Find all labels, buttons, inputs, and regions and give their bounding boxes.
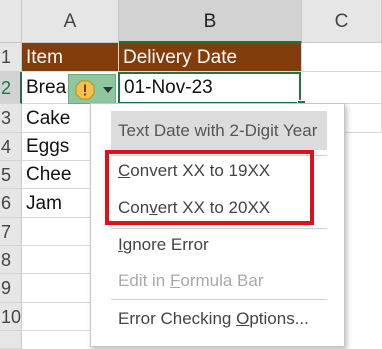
cell-c1[interactable] [302,43,382,72]
row-header-4[interactable]: 4 [0,133,22,161]
edit-in-formula-bar-item: Edit in Formula Bar [118,271,264,290]
error-checking-options-item[interactable]: Error Checking Options... [118,309,309,329]
column-header-a[interactable]: A [22,0,119,43]
warning-icon [75,80,95,100]
select-all-corner[interactable] [0,0,22,43]
row-header-3[interactable]: 3 [0,104,22,133]
column-header-b[interactable]: B [119,0,302,43]
chevron-down-icon[interactable] [103,87,113,93]
row-header-7[interactable]: 7 [0,218,22,246]
column-header-c[interactable]: C [302,0,382,43]
cell-b1[interactable]: Delivery Date [119,43,302,72]
cell-a1[interactable]: Item [22,43,119,72]
active-cell-b2[interactable]: 01-Nov-23 [118,72,301,104]
row-header-2[interactable]: 2 [0,72,22,104]
red-highlight-box [105,150,314,225]
row-header-10[interactable]: 10 [0,303,22,331]
menu-title: Text Date with 2-Digit Year [111,111,327,150]
error-options-menu: Text Date with 2-Digit Year Convert XX t… [90,103,345,347]
row-header-6[interactable]: 6 [0,189,22,218]
cell-c2[interactable] [302,72,382,104]
row-header-1[interactable]: 1 [0,43,22,72]
row-header-8[interactable]: 8 [0,246,22,274]
menu-separator [111,228,327,229]
menu-separator [111,299,327,300]
ignore-error-item[interactable]: Ignore Error [118,235,209,255]
row-header-9[interactable]: 9 [0,274,22,303]
row-header-5[interactable]: 5 [0,161,22,189]
error-smart-tag[interactable] [68,74,116,104]
row-header-11[interactable] [0,331,22,349]
